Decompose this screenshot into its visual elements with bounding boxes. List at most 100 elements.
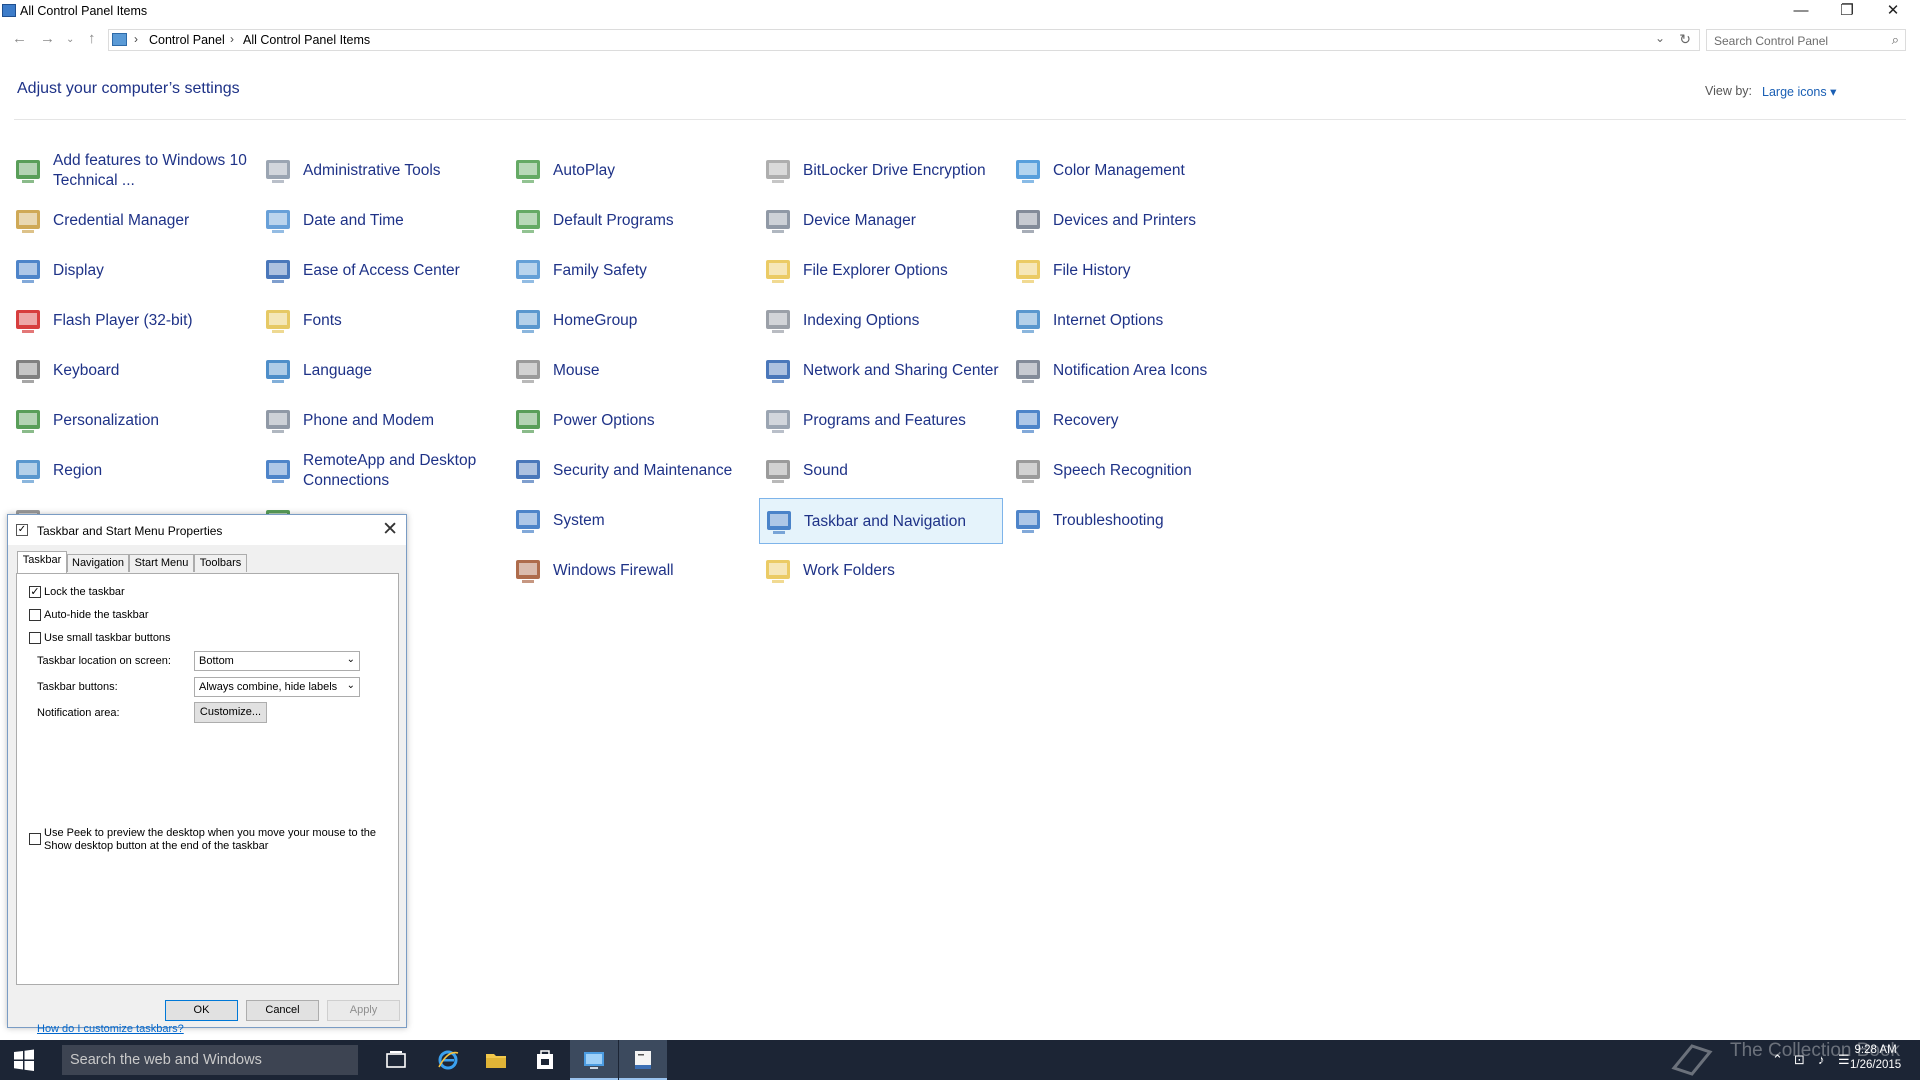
control-panel-icon[interactable] (570, 1040, 618, 1080)
cp-item-add-features[interactable]: Add features to Windows 10 Technical ... (9, 148, 253, 194)
cp-item-phone-modem[interactable]: Phone and Modem (259, 398, 503, 444)
cp-item-label[interactable]: Indexing Options (803, 298, 999, 344)
lock-taskbar-label[interactable]: Lock the taskbar (44, 586, 125, 598)
cp-item-label[interactable]: Family Safety (553, 248, 749, 294)
cp-item-notification-area[interactable]: Notification Area Icons (1009, 348, 1253, 394)
cp-item-flash-player[interactable]: Flash Player (32-bit) (9, 298, 253, 344)
cp-item-device-manager[interactable]: Device Manager (759, 198, 1003, 244)
cp-item-security-maintenance[interactable]: Security and Maintenance (509, 448, 753, 494)
minimize-button[interactable]: — (1778, 0, 1824, 24)
cp-item-label[interactable]: Flash Player (32-bit) (53, 298, 249, 344)
breadcrumb-separator-icon[interactable]: › (230, 32, 234, 46)
apply-button[interactable]: Apply (327, 1000, 400, 1021)
cp-item-label[interactable]: Credential Manager (53, 198, 249, 244)
tab-taskbar[interactable]: Taskbar (17, 551, 67, 573)
cancel-button[interactable]: Cancel (246, 1000, 319, 1021)
cp-item-sound[interactable]: Sound (759, 448, 1003, 494)
cp-item-label[interactable]: Date and Time (303, 198, 499, 244)
cp-item-autoplay[interactable]: AutoPlay (509, 148, 753, 194)
cp-item-label[interactable]: BitLocker Drive Encryption (803, 148, 999, 194)
cp-item-label[interactable]: File Explorer Options (803, 248, 999, 294)
cp-item-label[interactable]: Notification Area Icons (1053, 348, 1249, 394)
cp-item-administrative-tools[interactable]: Administrative Tools (259, 148, 503, 194)
taskbar-buttons-select[interactable]: Always combine, hide labels ⌄ (194, 677, 360, 697)
cp-item-label[interactable]: Language (303, 348, 499, 394)
cp-item-keyboard[interactable]: Keyboard (9, 348, 253, 394)
cp-item-label[interactable]: Internet Options (1053, 298, 1249, 344)
cp-item-date-time[interactable]: Date and Time (259, 198, 503, 244)
cp-item-bitlocker[interactable]: BitLocker Drive Encryption (759, 148, 1003, 194)
customize-button[interactable]: Customize... (194, 702, 267, 723)
search-icon[interactable]: ⌕ (1892, 32, 1899, 48)
cp-item-ease-of-access[interactable]: Ease of Access Center (259, 248, 503, 294)
auto-hide-label[interactable]: Auto-hide the taskbar (44, 609, 149, 621)
small-buttons-checkbox[interactable] (29, 632, 41, 644)
breadcrumb-all-items[interactable]: All Control Panel Items (243, 33, 370, 47)
cp-item-label[interactable]: Personalization (53, 398, 249, 444)
close-button[interactable]: ✕ (1870, 0, 1916, 24)
cp-item-default-programs[interactable]: Default Programs (509, 198, 753, 244)
cp-item-label[interactable]: Work Folders (803, 548, 999, 594)
recent-locations-chevron-icon[interactable]: ⌄ (66, 34, 74, 45)
cp-item-label[interactable]: Programs and Features (803, 398, 999, 444)
cp-item-language[interactable]: Language (259, 348, 503, 394)
cp-item-work-folders[interactable]: Work Folders (759, 548, 1003, 594)
cp-item-label[interactable]: Speech Recognition (1053, 448, 1249, 494)
cp-item-system[interactable]: System (509, 498, 753, 544)
tab-toolbars[interactable]: Toolbars (194, 554, 247, 572)
store-icon[interactable] (521, 1040, 569, 1080)
cp-item-label[interactable]: Ease of Access Center (303, 248, 499, 294)
cp-item-label[interactable]: Fonts (303, 298, 499, 344)
cp-item-file-explorer-options[interactable]: File Explorer Options (759, 248, 1003, 294)
address-dropdown-icon[interactable]: ⌄ (1655, 31, 1665, 45)
forward-arrow-icon[interactable]: → (40, 30, 55, 47)
cp-item-credential-manager[interactable]: Credential Manager (9, 198, 253, 244)
cp-item-label[interactable]: Add features to Windows 10 Technical ... (53, 148, 249, 194)
breadcrumb-control-panel[interactable]: Control Panel (149, 33, 225, 47)
cp-item-label[interactable]: Keyboard (53, 348, 249, 394)
cp-item-label[interactable]: Color Management (1053, 148, 1249, 194)
taskbar-search-input[interactable]: Search the web and Windows (62, 1045, 358, 1075)
cp-item-file-history[interactable]: File History (1009, 248, 1253, 294)
cp-item-fonts[interactable]: Fonts (259, 298, 503, 344)
cp-item-label[interactable]: AutoPlay (553, 148, 749, 194)
cp-item-mouse[interactable]: Mouse (509, 348, 753, 394)
cp-item-speech-recognition[interactable]: Speech Recognition (1009, 448, 1253, 494)
file-explorer-icon[interactable] (472, 1040, 520, 1080)
cp-item-label[interactable]: RemoteApp and Desktop Connections (303, 448, 499, 494)
cp-item-label[interactable]: Security and Maintenance (553, 448, 749, 494)
address-bar[interactable]: › Control Panel › All Control Panel Item… (108, 29, 1700, 51)
cp-item-network-sharing[interactable]: Network and Sharing Center (759, 348, 1003, 394)
cp-item-remoteapp[interactable]: RemoteApp and Desktop Connections (259, 448, 503, 494)
up-arrow-icon[interactable]: ↑ (88, 30, 96, 47)
cp-item-region[interactable]: Region (9, 448, 253, 494)
cp-item-label[interactable]: Recovery (1053, 398, 1249, 444)
cp-item-taskbar-navigation[interactable]: Taskbar and Navigation (759, 498, 1003, 544)
cp-item-label[interactable]: Default Programs (553, 198, 749, 244)
cp-item-internet-options[interactable]: Internet Options (1009, 298, 1253, 344)
internet-explorer-icon[interactable] (424, 1040, 472, 1080)
cp-item-color-management[interactable]: Color Management (1009, 148, 1253, 194)
cp-item-label[interactable]: Troubleshooting (1053, 498, 1249, 544)
cp-item-power-options[interactable]: Power Options (509, 398, 753, 444)
cp-item-label[interactable]: Administrative Tools (303, 148, 499, 194)
cp-item-label[interactable]: System (553, 498, 749, 544)
taskbar-properties-icon[interactable] (619, 1040, 667, 1080)
cp-item-family-safety[interactable]: Family Safety (509, 248, 753, 294)
cp-item-homegroup[interactable]: HomeGroup (509, 298, 753, 344)
back-arrow-icon[interactable]: ← (12, 30, 27, 47)
auto-hide-checkbox[interactable] (29, 609, 41, 621)
cp-item-programs-features[interactable]: Programs and Features (759, 398, 1003, 444)
cp-item-label[interactable]: Mouse (553, 348, 749, 394)
cp-item-label[interactable]: Display (53, 248, 249, 294)
tab-navigation[interactable]: Navigation (67, 554, 129, 572)
cp-item-devices-printers[interactable]: Devices and Printers (1009, 198, 1253, 244)
cp-item-personalization[interactable]: Personalization (9, 398, 253, 444)
tab-start-menu[interactable]: Start Menu (129, 554, 194, 572)
cp-item-label[interactable]: Region (53, 448, 249, 494)
cp-item-label[interactable]: Sound (803, 448, 999, 494)
lock-taskbar-checkbox[interactable]: ✓ (29, 586, 41, 598)
search-input[interactable]: Search Control Panel ⌕ (1706, 29, 1906, 51)
cp-item-windows-firewall[interactable]: Windows Firewall (509, 548, 753, 594)
task-view-icon[interactable] (372, 1040, 420, 1080)
